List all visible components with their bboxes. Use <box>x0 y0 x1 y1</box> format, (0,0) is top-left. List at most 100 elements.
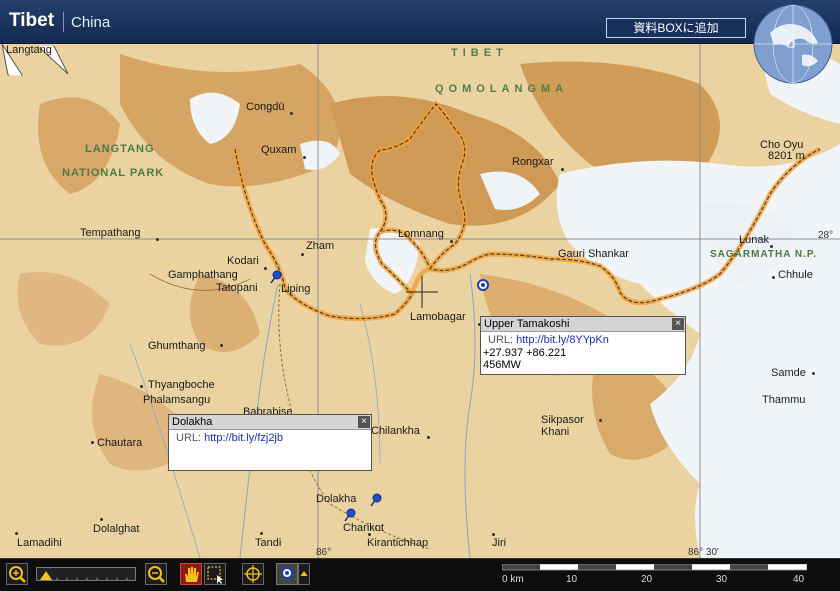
place-dot <box>301 253 304 256</box>
popup-upper-tamakoshi: Upper Tamakoshi × URL: http://bit.ly/8YY… <box>480 316 686 375</box>
scale-label-30: 30 <box>716 574 728 585</box>
scale-label-10: 10 <box>566 574 578 585</box>
popup-capacity: 456MW <box>483 359 521 371</box>
add-to-box-button[interactable]: 資料BOXに追加 <box>606 18 746 38</box>
pin-icon <box>276 563 310 585</box>
place-congdu: Congdü <box>246 101 285 113</box>
longitude-label-86-30: 86° 30' <box>688 547 719 558</box>
place-dot <box>303 156 306 159</box>
popup-url-label: URL: <box>488 334 514 346</box>
page-title: Tibet <box>9 10 55 31</box>
region-label-tibet: TIBET <box>451 47 508 59</box>
popup-title-bar: Dolakha × <box>169 415 371 430</box>
place-zham: Zham <box>306 240 335 252</box>
map-toolbar: 0 km 10 20 30 40 <box>0 558 840 591</box>
center-map-button[interactable] <box>242 563 264 585</box>
map-pin-icon[interactable] <box>342 508 356 522</box>
close-icon[interactable]: × <box>358 416 370 428</box>
place-thammu: Thammu <box>762 394 806 406</box>
place-gauri-shankar: Gauri Shankar <box>558 248 629 260</box>
popup-dolakha: Dolakha × URL: http://bit.ly/fzj2jb <box>168 414 372 471</box>
place-dot <box>15 532 18 535</box>
zoom-in-button[interactable] <box>6 563 28 585</box>
place-lomnang: Lomnang <box>398 228 444 240</box>
place-lunak: Lunak <box>739 234 769 246</box>
popup-url-link[interactable]: http://bit.ly/8YYpKn <box>516 334 609 346</box>
place-dot <box>812 372 815 375</box>
place-dot <box>264 267 267 270</box>
popup-title: Dolakha <box>172 416 213 428</box>
scale-label-20: 20 <box>641 574 653 585</box>
place-dot <box>770 245 773 248</box>
zoom-slider[interactable] <box>36 567 136 581</box>
place-dot <box>368 533 371 536</box>
place-liping: Liping <box>281 283 311 295</box>
place-dot <box>100 518 103 521</box>
crosshair-marker <box>406 276 438 308</box>
map-pin-icon[interactable] <box>368 493 382 507</box>
place-chilankha: Chilankha <box>371 425 420 437</box>
place-lamobagar: Lamobagar <box>410 311 466 323</box>
zoom-out-icon <box>145 563 167 585</box>
scale-label-40: 40 <box>793 574 805 585</box>
select-tool-button[interactable] <box>204 563 226 585</box>
place-dot <box>91 441 94 444</box>
select-icon <box>204 563 226 585</box>
popup-url-row: URL: http://bit.ly/8YYpKn <box>481 332 685 347</box>
place-tandi: Tandi <box>255 537 282 549</box>
map-pin-icon[interactable] <box>476 278 490 292</box>
header-bar: Tibet China 資料BOXに追加 <box>0 0 840 44</box>
place-dolalghat: Dolalghat <box>93 523 140 535</box>
place-charikot: Charikot <box>343 522 384 534</box>
popup-url-link[interactable]: http://bit.ly/fzj2jb <box>204 432 283 444</box>
map-pin-icon[interactable] <box>268 270 282 284</box>
place-dolakha: Dolakha <box>316 493 357 505</box>
scale-bar: 0 km 10 20 30 40 <box>502 564 807 585</box>
map-canvas[interactable]: TIBET QOMOLANGMA LANGTANG NATIONAL PARK … <box>0 44 840 558</box>
place-dot <box>220 344 223 347</box>
place-chhule: Chhule <box>778 269 813 281</box>
marker-menu-button[interactable] <box>276 563 310 585</box>
region-label-sagarmatha: SAGARMATHA N.P. <box>710 249 818 260</box>
place-lamadihi: Lamadihi <box>17 537 62 549</box>
place-dot <box>492 533 495 536</box>
place-gamphathang: Gamphathang <box>168 269 238 281</box>
region-label-qomolangma: QOMOLANGMA <box>435 83 569 95</box>
popup-coordinates: +27.937 +86.221 <box>483 347 567 359</box>
region-label-langtang: LANGTANG <box>85 143 155 155</box>
place-dot <box>140 385 143 388</box>
place-rongxar: Rongxar <box>512 156 554 168</box>
crosshair-icon <box>242 563 264 585</box>
terrain-layer <box>0 44 840 558</box>
globe-icon[interactable] <box>752 3 834 85</box>
hand-icon <box>180 563 202 585</box>
close-icon[interactable]: × <box>672 318 684 330</box>
place-tatopani: Tatopani <box>216 282 258 294</box>
popup-title: Upper Tamakoshi <box>484 318 570 330</box>
place-dot <box>260 532 263 535</box>
header-divider <box>63 12 64 32</box>
longitude-label-86: 86° <box>316 547 332 558</box>
place-dot <box>156 238 159 241</box>
page-subtitle: China <box>71 14 111 31</box>
place-dot <box>450 240 453 243</box>
place-dot <box>290 112 293 115</box>
place-cho-oyu-elevation: 8201 m <box>768 150 805 162</box>
place-thyangboche: Thyangboche <box>148 379 215 391</box>
place-dot <box>599 419 602 422</box>
zoom-in-icon <box>6 563 28 585</box>
place-kirantichhap: Kirantichhap <box>367 537 429 549</box>
place-sikpasor: Sikpasor <box>541 414 584 426</box>
place-chautara: Chautara <box>97 437 143 449</box>
place-langtang: Langtang <box>6 44 52 56</box>
place-dot <box>561 168 564 171</box>
pan-tool-button[interactable] <box>180 563 202 585</box>
place-dot <box>427 436 430 439</box>
zoom-out-button[interactable] <box>145 563 167 585</box>
place-jiri: Jiri <box>492 537 507 549</box>
scale-label-0: 0 km <box>502 574 524 585</box>
place-quxam: Quxam <box>261 144 297 156</box>
zoom-slider-track <box>40 571 128 580</box>
place-khani: Khani <box>541 426 570 438</box>
place-dot <box>772 276 775 279</box>
